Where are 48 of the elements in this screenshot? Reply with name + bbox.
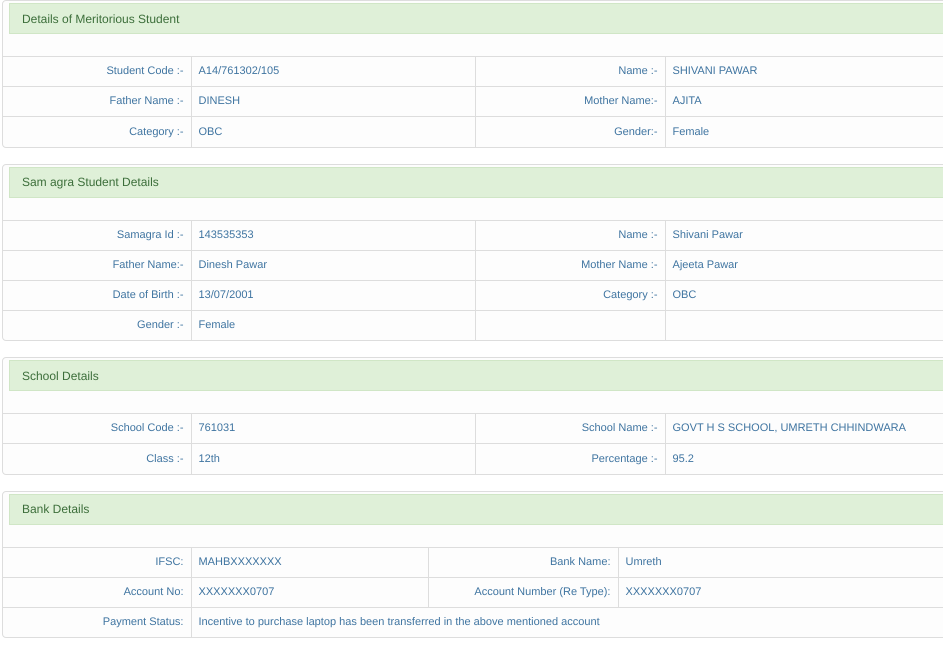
field-label: School Code :- bbox=[3, 414, 191, 444]
field-label: Bank Name: bbox=[428, 547, 618, 577]
field-value: Shivani Pawar bbox=[665, 220, 943, 250]
field-value: Dinesh Pawar bbox=[191, 250, 475, 280]
field-label: Category :- bbox=[475, 280, 665, 310]
field-label: Student Code :- bbox=[3, 56, 191, 86]
section-header: Details of Meritorious Student bbox=[9, 3, 943, 34]
field-value: Ajeeta Pawar bbox=[665, 250, 943, 280]
field-label: Account No: bbox=[3, 577, 191, 607]
field-label: Name :- bbox=[475, 56, 665, 86]
section-header: Sam agra Student Details bbox=[9, 166, 943, 198]
field-label: Name :- bbox=[475, 220, 665, 250]
field-label: Date of Birth :- bbox=[3, 280, 191, 310]
field-value: 12th bbox=[191, 444, 475, 474]
field-label: IFSC: bbox=[3, 547, 191, 577]
field-label: Class :- bbox=[3, 444, 191, 474]
field-label: Gender :- bbox=[3, 310, 191, 340]
field-label: Father Name :- bbox=[3, 86, 191, 116]
field-value: GOVT H S SCHOOL, UMRETH CHHINDWARA bbox=[665, 414, 943, 444]
field-value: 13/07/2001 bbox=[191, 280, 475, 310]
field-label: Payment Status: bbox=[3, 607, 191, 637]
section-header: Bank Details bbox=[9, 494, 943, 524]
section-header: School Details bbox=[9, 360, 943, 391]
field-value: Umreth bbox=[618, 547, 943, 577]
field-value: OBC bbox=[665, 280, 943, 310]
field-label: Mother Name :- bbox=[475, 250, 665, 280]
field-value: 761031 bbox=[191, 414, 475, 444]
field-label: Mother Name:- bbox=[475, 86, 665, 116]
field-label: Gender:- bbox=[475, 116, 665, 146]
field-label: Account Number (Re Type): bbox=[428, 577, 618, 607]
field-value: Incentive to purchase laptop has been transferred in the above mentioned account bbox=[191, 607, 943, 637]
field-value: SHIVANI PAWAR bbox=[665, 56, 943, 86]
field-value: 143535353 bbox=[191, 220, 475, 250]
field-label: Percentage :- bbox=[475, 444, 665, 474]
field-value: AJITA bbox=[665, 86, 943, 116]
field-value: DINESH bbox=[191, 86, 475, 116]
field-label: Samagra Id :- bbox=[3, 220, 191, 250]
field-value: MAHBXXXXXXX bbox=[191, 547, 428, 577]
field-label: School Name :- bbox=[475, 414, 665, 444]
field-value: XXXXXXX0707 bbox=[618, 577, 943, 607]
field-value: Female bbox=[665, 116, 943, 146]
field-label: Father Name:- bbox=[3, 250, 191, 280]
field-value: Female bbox=[191, 310, 475, 340]
field-value: A14/761302/105 bbox=[191, 56, 475, 86]
field-value: OBC bbox=[191, 116, 475, 146]
field-value: XXXXXXX0707 bbox=[191, 577, 428, 607]
field-label: Category :- bbox=[3, 116, 191, 146]
field-value: 95.2 bbox=[665, 444, 943, 474]
